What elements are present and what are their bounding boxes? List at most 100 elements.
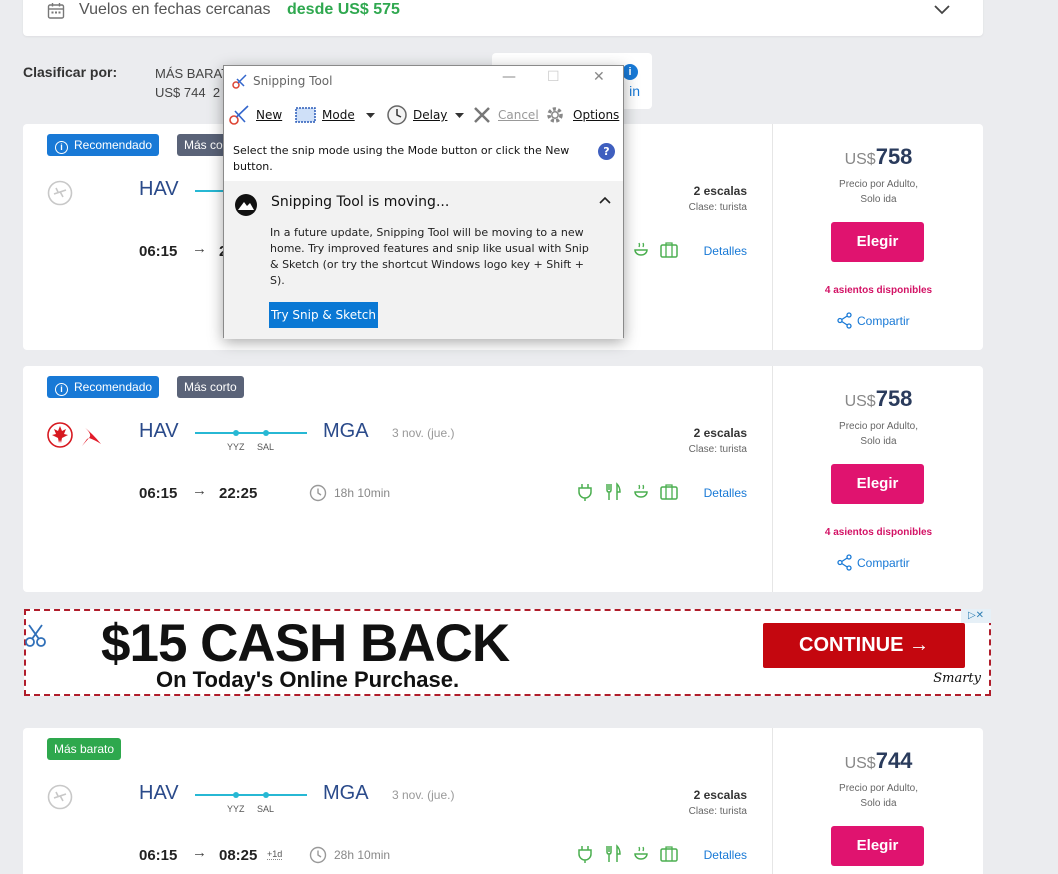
delay-dropdown-icon[interactable] [455,113,464,119]
snip-sketch-icon [235,194,257,216]
airline-generic-icon [47,180,73,206]
destination-code: MGA [323,420,369,442]
meal-icon [634,484,648,498]
duration: 28h 10min [334,848,391,862]
seats-available: 4 asientos disponibles [824,285,933,296]
air-canada-logo-icon [47,422,73,448]
cancel-button: Cancel [498,108,539,122]
stops-count: 2 escalas [693,426,747,440]
mode-dropdown-icon[interactable] [366,113,375,119]
seats-available: 4 asientos disponibles [824,527,933,538]
nearby-dates-label: Vuelos en fechas cercanas [79,1,271,18]
departure-time: 06:15 [139,243,178,260]
arrival-time: 22:25 [219,485,258,502]
clock-icon [309,846,327,864]
minimize-button[interactable]: — [502,69,516,85]
new-snip-icon[interactable] [228,104,252,126]
power-outlet-icon [578,846,592,863]
scissors-icon [25,624,46,647]
nearby-dates-bar[interactable]: Vuelos en fechas cercanas desde US$ 575 [23,0,983,36]
food-icon [606,844,621,862]
cabin-class: Clase: turista [688,806,747,817]
gear-icon[interactable] [544,104,566,126]
sort-option-fastest-label: in [629,83,640,99]
stops-count: 2 escalas [693,184,747,198]
food-icon [606,482,621,500]
share-icon [837,554,852,571]
close-button[interactable]: ✕ [593,69,605,85]
stop-code: SAL [257,804,275,814]
delay-button[interactable]: Delay [413,108,447,122]
select-button[interactable]: Elegir [831,464,924,504]
calendar-icon [47,3,65,19]
origin-code: HAV [139,178,179,200]
select-button[interactable]: Elegir [831,222,924,262]
ad-brand: Smarty [933,671,981,686]
price: US$758 [844,144,913,169]
departure-time: 06:15 [139,847,178,864]
flight-card: i Recomendado Más corto HAV YYZ SAL MGA 3… [23,366,983,592]
ad-banner[interactable]: $15 CASH BACK On Today's Online Purchase… [24,609,991,696]
help-icon[interactable]: ? [598,143,615,160]
sort-option-extra: 2 [212,85,221,100]
details-link[interactable]: Detalles [704,244,747,258]
share-icon [837,312,852,329]
mode-button[interactable]: Mode [322,108,355,122]
baggage-icon [660,242,678,258]
flight-date: 3 nov. (jue.) [392,426,455,440]
ad-subline: On Today's Online Purchase. [156,667,460,692]
cabin-class: Clase: turista [688,202,747,213]
notice-panel: Snipping Tool is moving... In a future u… [224,181,623,339]
sort-label: Clasificar por: [23,64,118,80]
recommended-badge: i Recomendado [47,376,160,398]
notice-body: In a future update, Snipping Tool will b… [270,226,589,287]
details-link[interactable]: Detalles [704,848,747,862]
airline-generic-icon [47,784,73,810]
baggage-icon [660,846,678,862]
time-arrow: → [192,240,207,257]
new-button[interactable]: New [256,108,282,122]
chevron-up-icon[interactable] [599,196,611,204]
stop-code: YYZ [227,442,245,452]
baggage-icon [660,484,678,500]
window-title: Snipping Tool [253,74,333,88]
ad-headline: $15 CASH BACK [101,614,510,673]
avianca-logo-icon [82,426,101,446]
clock-icon [309,484,327,502]
flight-card: Más barato HAV YYZ SAL MGA 3 nov. (jue.)… [23,728,983,874]
share-link[interactable]: Compartir [836,554,910,571]
price-note: Precio por Adulto, Solo ida [839,783,918,809]
duration: 18h 10min [334,486,391,500]
title-bar[interactable]: Snipping Tool — ☐ ✕ [224,66,623,96]
maximize-button[interactable]: ☐ [547,69,560,85]
cancel-icon [474,107,490,123]
origin-code: HAV [139,782,179,804]
info-icon[interactable]: i [622,64,638,80]
details-link[interactable]: Detalles [704,486,747,500]
snipping-tool-icon [232,74,247,89]
departure-time: 06:15 [139,485,178,502]
info-icon: i [55,141,68,154]
chevron-down-icon[interactable] [933,2,951,16]
route-line [195,792,307,798]
snipping-tool-window: Snipping Tool — ☐ ✕ New Mode Delay Cance… [223,65,624,339]
power-outlet-icon [578,484,592,501]
mode-icon[interactable] [295,107,316,123]
clock-icon[interactable] [386,104,408,126]
notice-title: Snipping Tool is moving... [271,194,450,210]
cabin-class: Clase: turista [688,444,747,455]
nearby-dates-price: desde US$ 575 [287,1,400,18]
meal-icon [634,846,648,860]
adchoices-icon[interactable]: ▷✕ [961,609,991,623]
stops-count: 2 escalas [693,788,747,802]
options-button[interactable]: Options [573,108,619,122]
price: US$744 [844,748,913,773]
arrival-time: 08:25 [219,847,258,864]
share-link[interactable]: Compartir [836,312,910,329]
meal-icon [634,242,648,256]
select-button[interactable]: Elegir [831,826,924,866]
try-snip-sketch-button[interactable]: Try Snip & Sketch [269,302,378,328]
ad-continue-button[interactable]: CONTINUE → [763,623,965,668]
time-arrow: → [192,844,207,861]
info-icon: i [55,383,68,396]
